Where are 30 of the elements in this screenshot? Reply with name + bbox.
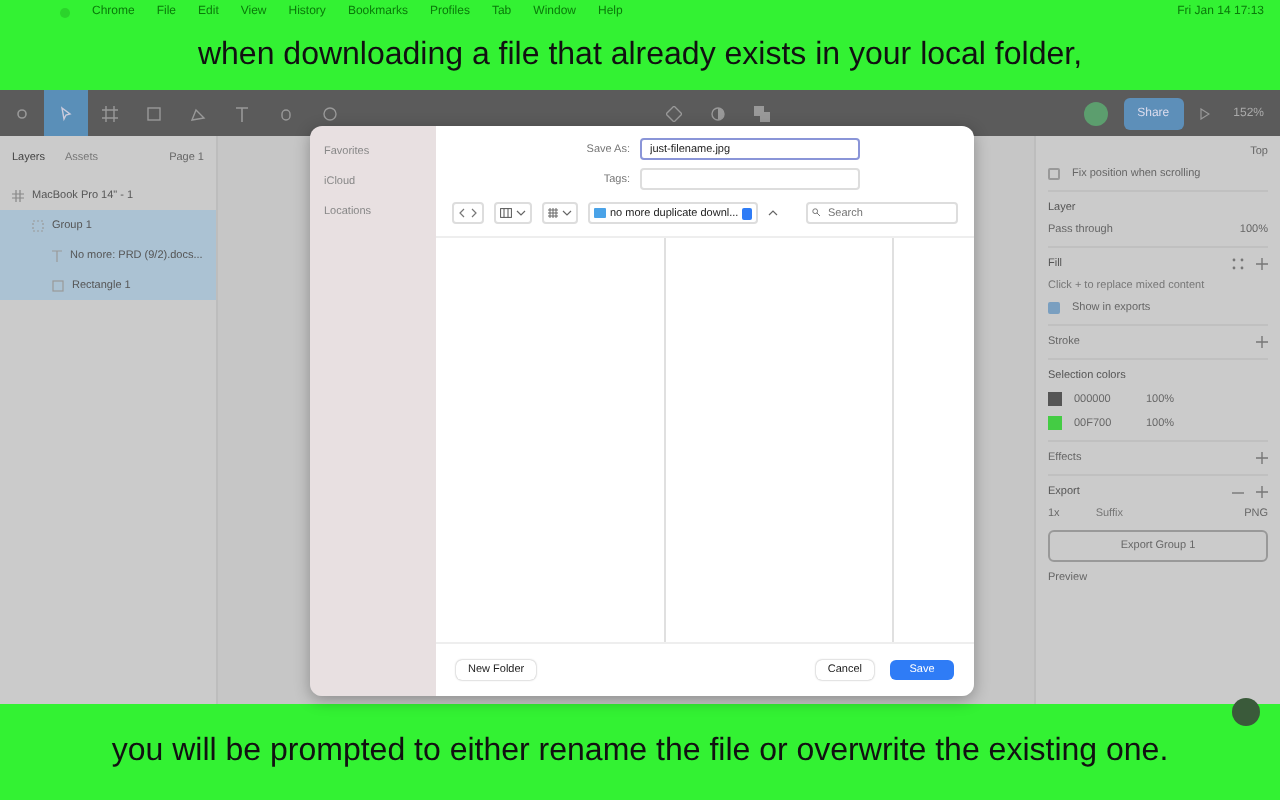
hash-icon [12,189,24,201]
checkbox[interactable] [1048,168,1060,180]
avatar-circle[interactable] [1083,101,1108,125]
chevron-up-icon[interactable] [768,210,779,216]
caption-text: you will be prompted to either rename the file or overwrite the existing one. [111,734,1169,770]
dashed-square-icon [32,219,44,231]
minus-icon[interactable] [1232,491,1244,493]
checkbox[interactable] [1048,302,1060,314]
caption-text: when downloading a file that already exists in your local folder, [195,35,1085,75]
grid-dots-icon[interactable] [1232,258,1244,270]
plus-icon[interactable] [1256,336,1268,348]
plus-icon[interactable] [1256,486,1268,498]
color-swatch[interactable] [1048,392,1062,406]
text-icon [52,249,62,261]
columns-icon [500,208,512,218]
tags-field[interactable] [640,168,860,190]
plus-icon[interactable] [1256,452,1268,464]
chevron-down-icon [516,210,526,216]
help-circle[interactable] [1232,698,1260,726]
square-icon [52,279,64,291]
color-swatch[interactable] [1048,416,1062,430]
move-tool-icon[interactable] [44,90,88,136]
view-columns-button[interactable] [494,202,532,224]
group-button[interactable] [542,202,578,224]
back-forward-buttons[interactable] [452,202,484,224]
folder-icon [594,208,606,218]
plus-icon[interactable] [1256,258,1268,270]
play-icon[interactable] [1199,107,1210,119]
chevron-down-icon [562,210,572,216]
grid-icon [548,208,558,218]
